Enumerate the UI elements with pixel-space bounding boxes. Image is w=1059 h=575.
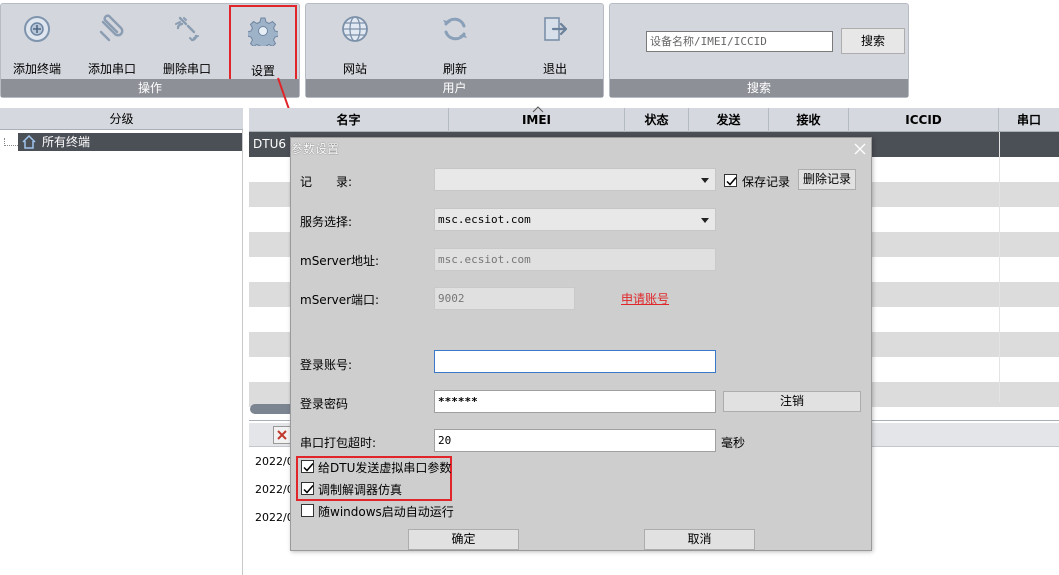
mserver-address-label: mServer地址: (300, 254, 380, 268)
exit-label: 退出 (542, 62, 567, 76)
chevron-down-icon (701, 178, 709, 183)
group-tree-panel: 分级 所有终端 (0, 108, 243, 575)
tree-node-label: 所有终端 (42, 135, 91, 149)
mserver-port-field[interactable]: 9002 (434, 287, 575, 310)
column-header-iccid[interactable]: ICCID (849, 108, 999, 132)
website-button[interactable]: 网站 (322, 10, 388, 80)
login-password-field[interactable]: ****** (434, 390, 716, 413)
home-icon (22, 135, 36, 149)
delete-record-button[interactable]: 删除记录 (798, 169, 856, 190)
save-record-label: 保存记录 (742, 175, 791, 189)
send-virtual-serial-params-label: 给DTU发送虚拟串口参数 (318, 461, 452, 475)
group-caption-operations: 操作 (1, 79, 299, 97)
login-password-label: 登录密码 (300, 397, 349, 411)
timeout-label: 串口打包超时: (300, 436, 377, 450)
mserver-address-field[interactable]: msc.ecsiot.com (434, 248, 716, 271)
delete-serial-button[interactable]: 删除串口 (154, 10, 220, 80)
row-name-cell: DTU6 (253, 137, 286, 151)
ribbon-group-operations: 添加终端 添加串口 删除串口 设置 操作 (0, 3, 300, 98)
group-caption-search: 搜索 (610, 79, 908, 97)
autostart-with-windows-checkbox[interactable] (301, 504, 314, 517)
add-terminal-button[interactable]: 添加终端 (4, 10, 70, 80)
login-account-label: 登录账号: (300, 358, 353, 372)
ribbon-group-search: 设备名称/IMEI/ICCID 搜索 搜索 (609, 3, 909, 98)
column-header-name[interactable]: 名字 (249, 108, 449, 132)
save-record-checkbox[interactable] (724, 174, 737, 187)
search-button[interactable]: 搜索 (841, 28, 905, 54)
delete-serial-icon (175, 16, 199, 42)
tree-header: 分级 (0, 108, 243, 130)
add-serial-button[interactable]: 添加串口 (79, 10, 145, 80)
cancel-button[interactable]: 取消 (644, 529, 755, 550)
exit-icon (544, 17, 568, 41)
column-header-serial[interactable]: 串口 (999, 108, 1059, 132)
timeout-unit-label: 毫秒 (721, 436, 746, 450)
tree-connector (4, 138, 18, 146)
refresh-button[interactable]: 刷新 (422, 10, 488, 80)
search-input[interactable]: 设备名称/IMEI/ICCID (646, 31, 833, 52)
modem-emulation-label: 调制解调器仿真 (318, 483, 403, 497)
parameter-settings-dialog: 参数设置 记 录: 保存记录 删除记录 服务选择: msc.ecsiot.com… (290, 137, 872, 551)
log-line: 2022/0 (255, 483, 294, 496)
sort-ascending-icon (532, 106, 544, 113)
delete-serial-label: 删除串口 (162, 62, 211, 76)
gear-icon (248, 17, 278, 46)
mserver-port-label: mServer端口: (300, 293, 380, 307)
apply-account-link[interactable]: 申请账号 (621, 290, 669, 307)
checkmark-icon (726, 177, 737, 186)
service-select-value: msc.ecsiot.com (438, 213, 531, 226)
column-header-receive[interactable]: 接收 (769, 108, 849, 132)
exit-button[interactable]: 退出 (522, 10, 588, 80)
autostart-with-windows-label: 随windows启动自动运行 (318, 505, 454, 519)
chevron-down-icon (701, 218, 709, 223)
close-icon[interactable] (853, 142, 867, 156)
settings-button[interactable]: 设置 (229, 5, 297, 81)
table-header: 名字 IMEI 状态 发送 接收 ICCID 串口 (249, 108, 1059, 132)
send-virtual-serial-params-checkbox[interactable] (301, 460, 314, 473)
website-label: 网站 (342, 62, 367, 76)
service-label: 服务选择: (300, 215, 353, 229)
tree-node-all-terminals[interactable]: 所有终端 (18, 133, 242, 151)
checkmark-icon (303, 463, 314, 472)
add-serial-icon (99, 14, 124, 42)
add-serial-label: 添加串口 (87, 62, 136, 76)
record-label: 记 录: (300, 175, 353, 189)
globe-icon (342, 16, 368, 42)
refresh-icon (443, 17, 467, 41)
clear-icon (277, 430, 287, 440)
timeout-field[interactable]: 20 (434, 429, 716, 452)
group-caption-user: 用户 (306, 79, 603, 97)
column-header-status[interactable]: 状态 (625, 108, 689, 132)
ribbon-group-user: 网站 刷新 退出 用户 (305, 3, 604, 98)
login-account-field[interactable] (434, 350, 716, 373)
ok-button[interactable]: 确定 (408, 529, 519, 550)
add-terminal-icon (24, 16, 50, 42)
dialog-title: 参数设置 (291, 142, 340, 156)
logout-button[interactable]: 注销 (723, 391, 861, 412)
checkmark-icon (303, 485, 314, 494)
column-divider (999, 132, 1000, 402)
service-select[interactable]: msc.ecsiot.com (434, 208, 716, 231)
modem-emulation-checkbox[interactable] (301, 482, 314, 495)
log-line: 2022/0 (255, 455, 294, 468)
column-header-send[interactable]: 发送 (689, 108, 769, 132)
add-terminal-label: 添加终端 (12, 62, 61, 76)
refresh-label: 刷新 (442, 62, 467, 76)
clear-log-button[interactable] (273, 426, 291, 444)
record-select[interactable] (434, 168, 716, 191)
log-line: 2022/0 (255, 511, 294, 524)
